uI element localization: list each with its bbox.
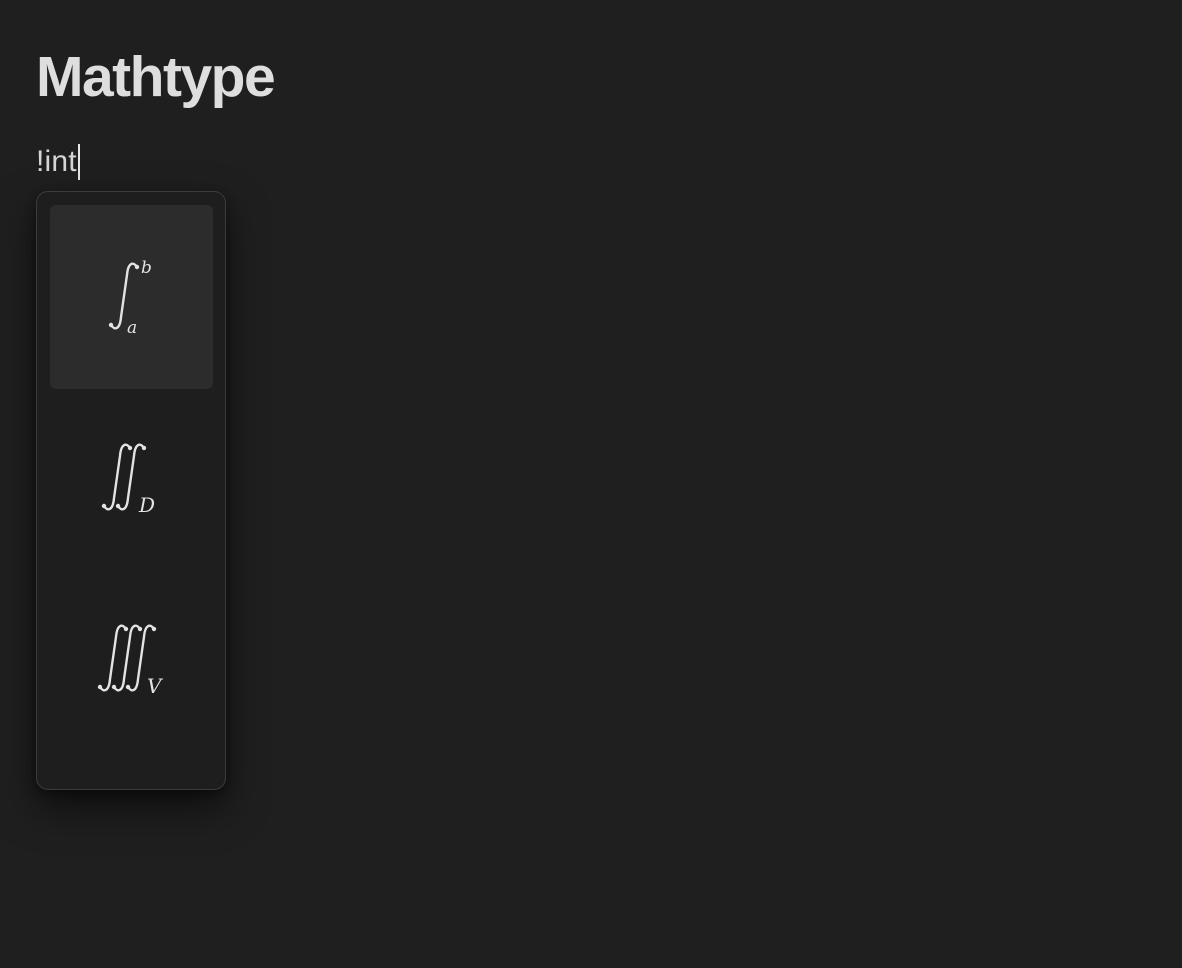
page-title: Mathtype bbox=[36, 45, 276, 109]
editor-line[interactable]: !int bbox=[36, 142, 80, 182]
integral-terminal bbox=[134, 264, 140, 270]
integral-lower-limit: V bbox=[147, 674, 164, 698]
integral-terminal bbox=[111, 684, 117, 690]
integral-lower-limit: D bbox=[138, 493, 155, 517]
suggestion-definite-integral[interactable]: b a bbox=[50, 205, 213, 389]
integral-terminal bbox=[125, 684, 131, 690]
integral-terminal bbox=[108, 322, 114, 328]
suggestion-double-integral[interactable]: D bbox=[50, 389, 213, 573]
double-integral-icon: D bbox=[101, 443, 155, 517]
integral-terminal bbox=[137, 626, 143, 632]
integral-terminal bbox=[127, 445, 133, 451]
integral-terminal bbox=[123, 626, 129, 632]
integral-lower-limit: a bbox=[127, 318, 137, 338]
editor-text[interactable]: !int bbox=[36, 142, 77, 182]
integral-sign bbox=[102, 443, 132, 511]
suggestion-menu: b a D V bbox=[36, 191, 226, 790]
integral-upper-limit: b bbox=[141, 258, 152, 278]
suggestion-triple-integral[interactable]: V bbox=[50, 573, 213, 757]
text-caret bbox=[77, 144, 80, 180]
integral-sign bbox=[98, 624, 128, 692]
integral-sign bbox=[112, 624, 142, 692]
integral-terminal bbox=[141, 445, 147, 451]
definite-integral-icon: b a bbox=[108, 258, 152, 338]
integral-terminal bbox=[97, 684, 103, 690]
integral-terminal bbox=[115, 503, 121, 509]
triple-integral-icon: V bbox=[97, 624, 164, 698]
integral-terminal bbox=[151, 626, 157, 632]
integral-terminal bbox=[101, 503, 107, 509]
